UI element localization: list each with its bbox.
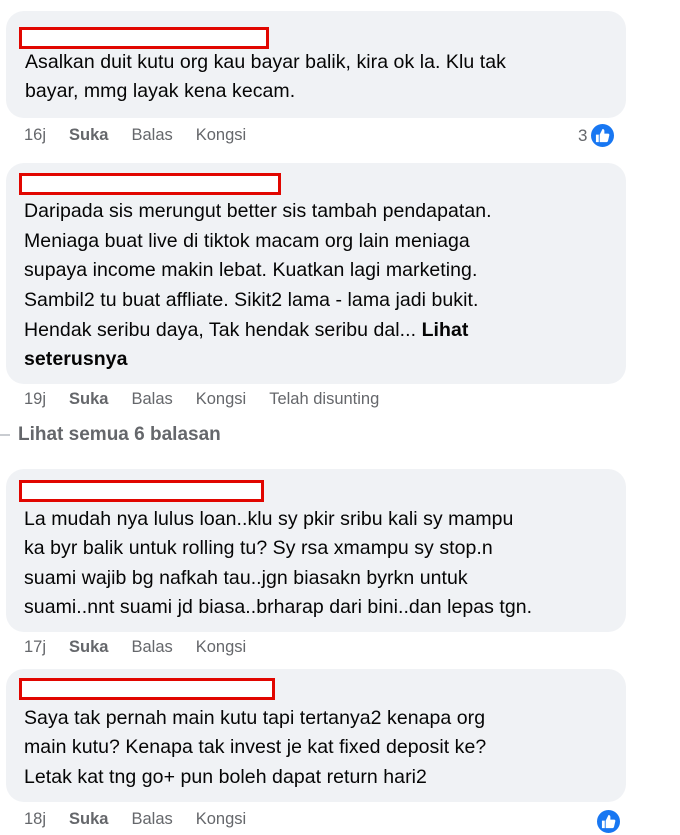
reply-thread-line	[0, 434, 10, 436]
comment-text-line: Sambil2 tu buat affliate. Sikit2 lama - …	[24, 289, 479, 311]
comment-text-line: suami..nnt suami jd biasa..brharap dari …	[24, 596, 533, 618]
redacted-author-name	[19, 480, 264, 502]
comment-text-line: bayar, mmg layak kena kecam.	[25, 80, 296, 102]
reply-button[interactable]: Balas	[131, 390, 172, 409]
reaction-count: 3	[578, 125, 588, 145]
view-all-replies-label: Lihat semua 6 balasan	[18, 424, 221, 445]
comment-text-line: main kutu? Kenapa tak invest je kat fixe…	[24, 736, 487, 758]
see-more-link[interactable]: seterusnya	[24, 345, 127, 375]
comment-text-line: Daripada sis merungut better sis tambah …	[24, 200, 492, 222]
like-button[interactable]: Suka	[69, 638, 108, 657]
thumbs-up-icon	[589, 122, 617, 149]
comment-text-line: Asalkan duit kutu org kau bayar balik, k…	[25, 51, 506, 73]
comment-timestamp[interactable]: 17j	[24, 638, 46, 657]
reply-button[interactable]: Balas	[131, 126, 172, 145]
reply-button[interactable]: Balas	[131, 638, 172, 657]
comment-text-line: La mudah nya lulus loan..klu sy pkir sri…	[24, 508, 514, 530]
like-button[interactable]: Suka	[69, 126, 108, 145]
share-button[interactable]: Kongsi	[196, 638, 246, 657]
like-button[interactable]: Suka	[69, 390, 108, 409]
reaction-summary[interactable]: 3	[578, 122, 617, 149]
comment-actions: 16j Suka Balas Kongsi	[24, 126, 269, 145]
comment-actions: 17j Suka Balas Kongsi	[24, 638, 269, 657]
comment-timestamp[interactable]: 18j	[24, 810, 46, 829]
redacted-author-name	[19, 27, 269, 49]
share-button[interactable]: Kongsi	[196, 390, 246, 409]
comment-text-line: suami wajib bg nafkah tau..jgn biasakn b…	[24, 567, 468, 589]
reply-button[interactable]: Balas	[131, 810, 172, 829]
edited-label[interactable]: Telah disunting	[269, 390, 379, 409]
comment-text-line: ka byr balik untuk rolling tu? Sy rsa xm…	[24, 537, 493, 559]
comment-text-line: supaya income makin lebat. Kuatkan lagi …	[24, 259, 478, 281]
comment-text-fragment: Hendak seribu daya, Tak hendak seribu da…	[24, 319, 422, 341]
see-more-link-text: seterusnya	[24, 348, 128, 370]
comment-timestamp[interactable]: 16j	[24, 126, 46, 145]
share-button[interactable]: Kongsi	[196, 810, 246, 829]
comment-text-line: Hendak seribu daya, Tak hendak seribu da…	[24, 316, 468, 346]
comment-actions: 18j Suka Balas Kongsi	[24, 810, 269, 829]
comment-actions: 19j Suka Balas Kongsi Telah disunting	[24, 390, 402, 409]
thumbs-up-icon	[595, 808, 622, 835]
redacted-author-name	[19, 678, 275, 700]
comment-text-line: Saya tak pernah main kutu tapi tertanya2…	[24, 707, 486, 729]
comment-timestamp[interactable]: 19j	[24, 390, 46, 409]
view-all-replies-link[interactable]: Lihat semua 6 balasan	[0, 424, 221, 446]
comment-text-line: Meniaga buat live di tiktok macam org la…	[24, 230, 470, 252]
reaction-summary[interactable]	[593, 808, 622, 835]
redacted-author-name	[19, 173, 281, 195]
comment-text-line: Letak kat tng go+ pun boleh dapat return…	[24, 766, 427, 788]
share-button[interactable]: Kongsi	[196, 126, 246, 145]
see-more-link[interactable]: Lihat	[422, 319, 469, 341]
like-button[interactable]: Suka	[69, 810, 108, 829]
